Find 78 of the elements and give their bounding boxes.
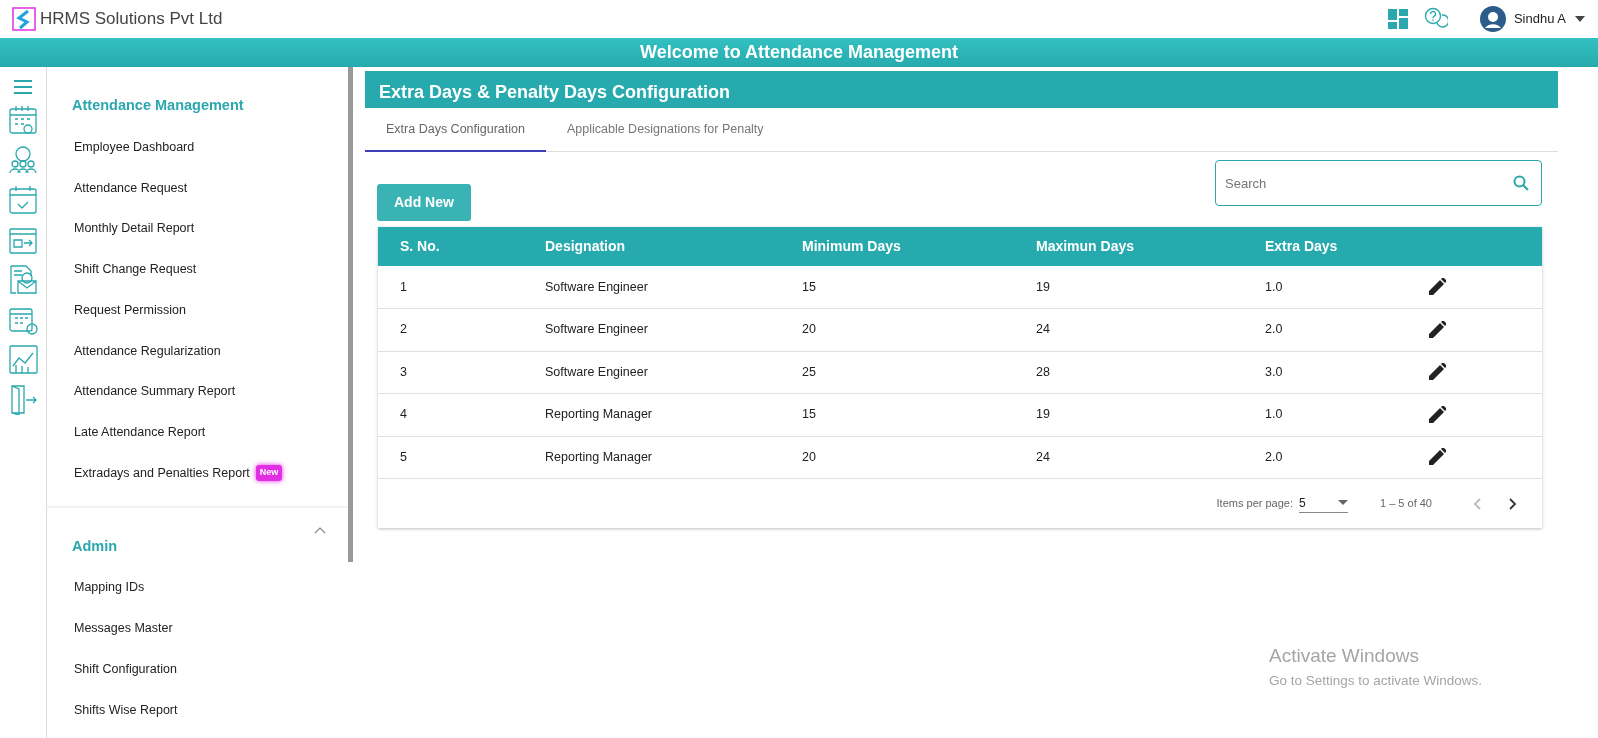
table-cell: Reporting Manager bbox=[523, 436, 780, 479]
menu-icon[interactable] bbox=[13, 79, 33, 95]
column-header: Minimum Days bbox=[780, 227, 1014, 266]
new-badge: New bbox=[255, 465, 283, 481]
activation-notice-text: Go to Settings to activate Windows. bbox=[1269, 671, 1483, 690]
table-cell: Software Engineer bbox=[523, 266, 780, 309]
help-chat-icon[interactable] bbox=[1423, 7, 1448, 31]
page-size-select[interactable]: 5 bbox=[1299, 494, 1348, 513]
pencil-icon[interactable] bbox=[1428, 278, 1446, 296]
table-cell: 20 bbox=[780, 436, 1014, 479]
table-cell: 4 bbox=[378, 393, 523, 436]
section-title: Attendance Management bbox=[71, 96, 244, 115]
column-header: S. No. bbox=[378, 227, 523, 266]
search-field[interactable]: Search bbox=[1215, 160, 1542, 206]
sidebar-link[interactable]: Attendance Regularization bbox=[47, 330, 348, 372]
document-envelope-icon[interactable] bbox=[7, 264, 39, 295]
sidebar-link[interactable]: Mapping IDs bbox=[47, 567, 348, 608]
next-page-icon[interactable] bbox=[1507, 496, 1518, 511]
pencil-icon[interactable] bbox=[1428, 448, 1446, 467]
logo-icon bbox=[12, 7, 36, 31]
sidebar-link[interactable]: Extradays and Penalties Report bbox=[74, 463, 250, 483]
table-cell: Software Engineer bbox=[523, 351, 780, 394]
table-cell: 5 bbox=[378, 436, 523, 479]
column-header: Maximun Days bbox=[1014, 227, 1243, 266]
table-cell: 2.0 bbox=[1243, 436, 1406, 479]
table-cell: 2 bbox=[378, 308, 523, 351]
sidebar-link[interactable]: Shift Configuration bbox=[47, 648, 348, 690]
dropdown-arrow-icon bbox=[1338, 500, 1348, 506]
user-name[interactable]: Sindhu A bbox=[1513, 9, 1566, 29]
table-cell: 15 bbox=[780, 393, 1014, 436]
page-title: Extra Days & Penalty Days Configuration bbox=[365, 71, 1558, 108]
section-title: Admin bbox=[71, 536, 118, 556]
activation-notice-title: Activate Windows bbox=[1269, 644, 1420, 668]
sidebar-link[interactable]: Late Attendance Report bbox=[47, 412, 348, 453]
page-range: 1 – 5 of 40 bbox=[1380, 496, 1432, 512]
chevron-up-icon[interactable] bbox=[314, 525, 326, 534]
table-cell: 24 bbox=[1014, 436, 1243, 479]
table-cell: 1.0 bbox=[1243, 266, 1406, 309]
dashboard-icon[interactable] bbox=[1387, 9, 1408, 29]
items-per-page-label: Items per page: bbox=[1216, 496, 1293, 512]
search-icon[interactable] bbox=[1513, 175, 1529, 191]
sidebar-link[interactable]: Employee Dashboard bbox=[47, 126, 348, 168]
sidebar-link[interactable]: Attendance Request bbox=[47, 167, 348, 209]
user-avatar-icon bbox=[1479, 6, 1506, 32]
table-cell: Software Engineer bbox=[523, 308, 780, 351]
table-cell: 19 bbox=[1014, 393, 1243, 436]
table-cell: 1 bbox=[378, 266, 523, 309]
pencil-icon[interactable] bbox=[1428, 320, 1446, 339]
table-cell: 19 bbox=[1014, 266, 1243, 309]
table-cell: 28 bbox=[1014, 351, 1243, 394]
table-cell: 2.0 bbox=[1243, 308, 1406, 351]
table-cell: 15 bbox=[780, 266, 1014, 309]
column-header: Extra Days bbox=[1243, 227, 1406, 266]
brand-name: HRMS Solutions Pvt Ltd bbox=[40, 8, 223, 31]
column-header: Designation bbox=[523, 227, 780, 266]
table-cell: 24 bbox=[1014, 308, 1243, 351]
chart-icon[interactable] bbox=[7, 344, 39, 375]
caret-icon[interactable] bbox=[1574, 15, 1586, 23]
sidebar-link[interactable]: Shift Change Request bbox=[47, 249, 348, 290]
page-size-value: 5 bbox=[1299, 495, 1306, 512]
scrollbar-thumb[interactable] bbox=[348, 67, 353, 562]
sidebar-link[interactable]: Messages Master bbox=[47, 608, 348, 649]
sidebar-link[interactable]: Request Permission bbox=[47, 289, 348, 331]
sidebar-link[interactable]: Attendance Summary Report bbox=[47, 371, 348, 412]
sidebar-link[interactable]: Shifts Wise Report bbox=[47, 689, 348, 731]
tab[interactable]: Applicable Designations for Penalty bbox=[545, 108, 785, 152]
tab[interactable]: Extra Days Configuration bbox=[365, 108, 546, 152]
calendar-check-icon[interactable] bbox=[7, 184, 39, 215]
table-cell: 3.0 bbox=[1243, 351, 1406, 394]
pencil-icon[interactable] bbox=[1428, 363, 1446, 382]
sidebar-link[interactable]: Monthly Detail Report bbox=[47, 208, 348, 249]
table-cell: 1.0 bbox=[1243, 393, 1406, 436]
table-cell: Reporting Manager bbox=[523, 393, 780, 436]
pencil-icon[interactable] bbox=[1428, 405, 1446, 424]
welcome-banner: Welcome to Attendance Management bbox=[0, 38, 1598, 67]
table-cell: 20 bbox=[780, 308, 1014, 351]
table-cell: 3 bbox=[378, 351, 523, 394]
table-cell: 25 bbox=[780, 351, 1014, 394]
